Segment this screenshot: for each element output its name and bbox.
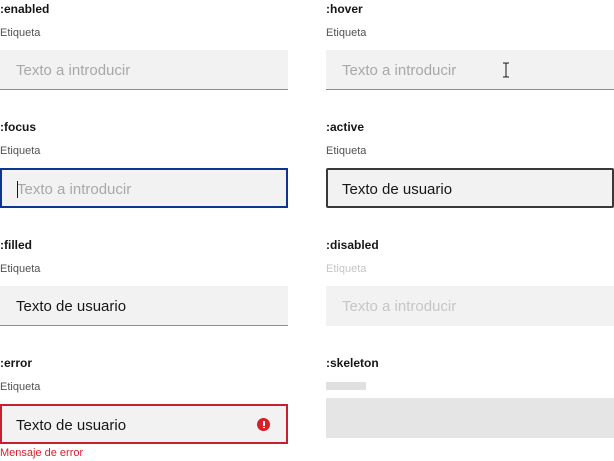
skeleton-field <box>326 398 614 438</box>
field-label: Etiqueta <box>326 27 367 39</box>
text-input-filled[interactable]: Texto de usuario <box>0 286 288 326</box>
input-value: Texto de usuario <box>342 181 453 198</box>
input-value: Texto de usuario <box>16 298 127 315</box>
text-input-hover[interactable]: Texto a introducir <box>326 50 614 90</box>
text-input-enabled[interactable]: Texto a introducir <box>0 50 288 90</box>
input-placeholder: Texto a introducir <box>16 62 131 79</box>
state-title: :enabled <box>0 2 50 16</box>
state-title: :disabled <box>326 238 379 252</box>
text-cursor-icon <box>503 62 509 78</box>
field-label: Etiqueta <box>0 27 41 39</box>
error-icon <box>257 418 270 431</box>
skeleton-label <box>326 382 366 390</box>
state-title: :filled <box>0 238 32 252</box>
field-label: Etiqueta <box>326 145 367 157</box>
state-title: :hover <box>326 2 363 16</box>
input-placeholder: Texto a introducir <box>342 298 457 315</box>
field-label: Etiqueta <box>0 381 41 393</box>
field-label: Etiqueta <box>0 145 41 157</box>
field-label: Etiqueta <box>326 263 367 275</box>
text-input-focus[interactable]: Texto a introducir <box>0 168 288 208</box>
error-message: Mensaje de error <box>0 447 84 459</box>
text-input-error[interactable]: Texto de usuario <box>0 404 288 444</box>
state-title: :focus <box>0 120 36 134</box>
state-title: :skeleton <box>326 356 379 370</box>
input-placeholder: Texto a introducir <box>342 62 457 79</box>
text-caret <box>17 181 18 198</box>
state-title: :active <box>326 120 365 134</box>
text-input-active[interactable]: Texto de usuario <box>326 168 614 208</box>
state-title: :error <box>0 356 33 370</box>
input-value: Texto de usuario <box>16 417 127 434</box>
input-placeholder: Texto a introducir <box>17 181 132 198</box>
text-input-disabled: Texto a introducir <box>326 286 614 326</box>
field-label: Etiqueta <box>0 263 41 275</box>
